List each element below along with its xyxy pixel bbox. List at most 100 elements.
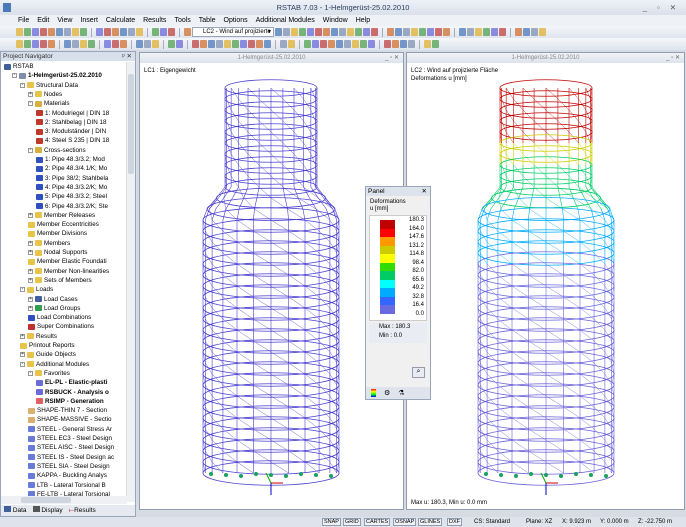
expand-icon[interactable]: +	[28, 296, 33, 302]
toolbar-button-icon[interactable]	[40, 40, 47, 48]
tree-item[interactable]: 4: Pipe 48.3/3.2/K; Mo	[36, 183, 107, 192]
status-toggle-osnap[interactable]: OSNAP	[393, 518, 417, 526]
tree-item[interactable]: 2: Pipe 48.3/4.1/K; Mo	[36, 164, 107, 173]
toolbar-button-icon[interactable]	[56, 28, 63, 36]
toolbar-button-icon[interactable]	[408, 40, 415, 48]
toolbar-button-icon[interactable]	[232, 40, 239, 48]
toolbar-button-icon[interactable]	[280, 40, 287, 48]
toolbar-button-icon[interactable]	[283, 28, 290, 36]
tree-item[interactable]: KAPPA - Buckling Analys	[28, 471, 107, 480]
toolbar-button-icon[interactable]	[152, 28, 159, 36]
toolbar-button-icon[interactable]	[136, 40, 143, 48]
toolbar-button-icon[interactable]	[307, 28, 314, 36]
toolbar-button-icon[interactable]	[128, 28, 135, 36]
toolbar-button-icon[interactable]	[24, 28, 31, 36]
color-scale[interactable]: 180.3 164.0 147.6 131.2 114.8 98.4 82.0 65.6 49.…	[369, 215, 427, 321]
toolbar-button-icon[interactable]	[120, 40, 127, 48]
toolbar-button-icon[interactable]	[168, 28, 175, 36]
toolbar-button-icon[interactable]	[112, 28, 119, 36]
tab-results[interactable]: ⟝Results	[69, 505, 96, 516]
tab-display[interactable]: Display	[32, 505, 63, 516]
filter-icon[interactable]: ⚗	[398, 389, 404, 397]
expand-icon[interactable]: +	[28, 268, 33, 274]
toolbar-button-icon[interactable]	[355, 28, 362, 36]
toolbar-button-icon[interactable]	[299, 28, 306, 36]
menu-calculate[interactable]: Calculate	[106, 15, 135, 26]
tree-item[interactable]: 2: Stahlbelag | DIN 18	[36, 118, 107, 127]
toolbar-button-icon[interactable]	[427, 28, 434, 36]
expand-icon[interactable]: +	[28, 250, 33, 255]
toolbar-button-icon[interactable]	[136, 28, 143, 36]
tree-item[interactable]: Load Combinations	[28, 313, 91, 322]
tree-item[interactable]: Member Divisions	[28, 229, 87, 238]
tree-item[interactable]: RSBUCK - Analysis o	[36, 388, 109, 397]
tree-item[interactable]: Member Elastic Foundati	[28, 257, 107, 266]
toolbar-button-icon[interactable]	[515, 28, 522, 36]
toolbar-button-icon[interactable]	[16, 40, 23, 48]
toolbar-button-icon[interactable]	[323, 28, 330, 36]
tree-item[interactable]: Super Combinations	[28, 322, 94, 331]
toolbar-button-icon[interactable]	[32, 40, 39, 48]
toolbar-button-icon[interactable]	[368, 40, 375, 48]
menu-results[interactable]: Results	[143, 15, 166, 26]
tree-item[interactable]: - Materials	[28, 99, 70, 108]
tree-item[interactable]: 6: Pipe 48.3/3.2/K; Ste	[36, 202, 108, 211]
toolbar-button-icon[interactable]	[160, 28, 167, 36]
toolbar-button-icon[interactable]	[392, 40, 399, 48]
menu-insert[interactable]: Insert	[80, 15, 98, 26]
expand-icon[interactable]: +	[28, 277, 33, 283]
toolbar-button-icon[interactable]	[312, 40, 319, 48]
expand-icon[interactable]: +	[28, 240, 33, 246]
toolbar-button-icon[interactable]	[256, 40, 263, 48]
toolbar-button-icon[interactable]	[184, 28, 191, 36]
toolbar-button-icon[interactable]	[467, 28, 474, 36]
status-toggle-dxf[interactable]: DXF	[447, 518, 462, 526]
tree-item[interactable]: STEEL IS - Steel Design ac	[28, 453, 114, 462]
tree-item[interactable]: STEEL SIA - Steel Design	[28, 462, 110, 471]
menu-options[interactable]: Options	[224, 15, 248, 26]
toolbar-button-icon[interactable]	[352, 40, 359, 48]
tree-item[interactable]: - Structural Data	[20, 81, 78, 90]
vertical-scrollbar[interactable]	[126, 62, 135, 502]
expand-icon[interactable]: +	[20, 333, 25, 339]
tree-item[interactable]: 1: Pipe 48.3/3.2; Mod	[36, 155, 105, 164]
menu-help[interactable]: Help	[356, 15, 370, 26]
toolbar-button-icon[interactable]	[344, 40, 351, 48]
structure-model-lc1[interactable]	[140, 63, 403, 509]
collapse-icon[interactable]: -	[20, 287, 25, 293]
toolbar-button-icon[interactable]	[16, 28, 23, 36]
toolbar-button-icon[interactable]	[435, 28, 442, 36]
menu-window[interactable]: Window	[323, 15, 348, 26]
collapse-icon[interactable]: -	[28, 147, 33, 153]
close-icon[interactable]: ᵖ ✕	[122, 52, 132, 61]
toolbar-button-icon[interactable]	[144, 40, 151, 48]
window-controls[interactable]: _ ▫ ✕	[643, 0, 680, 15]
toolbar-button-icon[interactable]	[88, 40, 95, 48]
menu-table[interactable]: Table	[199, 15, 216, 26]
tree-item[interactable]: 3: Modulständer | DIN	[36, 127, 106, 136]
toolbar-button-icon[interactable]	[64, 40, 71, 48]
toolbar-button-icon[interactable]	[315, 28, 322, 36]
tree-item[interactable]: + Members	[28, 239, 70, 248]
toolbar-button-icon[interactable]	[384, 40, 391, 48]
tree-item[interactable]: - Favorites	[28, 369, 70, 378]
tree-item[interactable]: - Additional Modules	[20, 360, 89, 369]
toolbar-button-icon[interactable]	[291, 28, 298, 36]
window-controls[interactable]: _ ▫ ✕	[385, 53, 399, 63]
tree-item[interactable]: RSIMP - Generation	[36, 397, 104, 406]
tree-item[interactable]: + Member Releases	[28, 211, 95, 220]
toolbar-button-icon[interactable]	[419, 28, 426, 36]
tree-item[interactable]: + Load Cases	[28, 295, 78, 304]
toolbar-button-icon[interactable]	[336, 40, 343, 48]
tree-item[interactable]: - Cross-sections	[28, 146, 86, 155]
toolbar-button-icon[interactable]	[320, 40, 327, 48]
horizontal-scrollbar[interactable]	[1, 496, 127, 504]
tree-item[interactable]: STEEL AISC - Steel Design	[28, 443, 114, 452]
tree-item[interactable]: RSTAB	[4, 62, 34, 71]
close-icon[interactable]: ✕	[422, 187, 427, 196]
toolbar-button-icon[interactable]	[64, 28, 71, 36]
load-case-select[interactable]: LC2 - Wind auf projizierte	[192, 27, 274, 37]
tab-data[interactable]: Data	[4, 505, 27, 516]
toolbar-button-icon[interactable]	[216, 40, 223, 48]
toolbar-button-icon[interactable]	[96, 28, 103, 36]
